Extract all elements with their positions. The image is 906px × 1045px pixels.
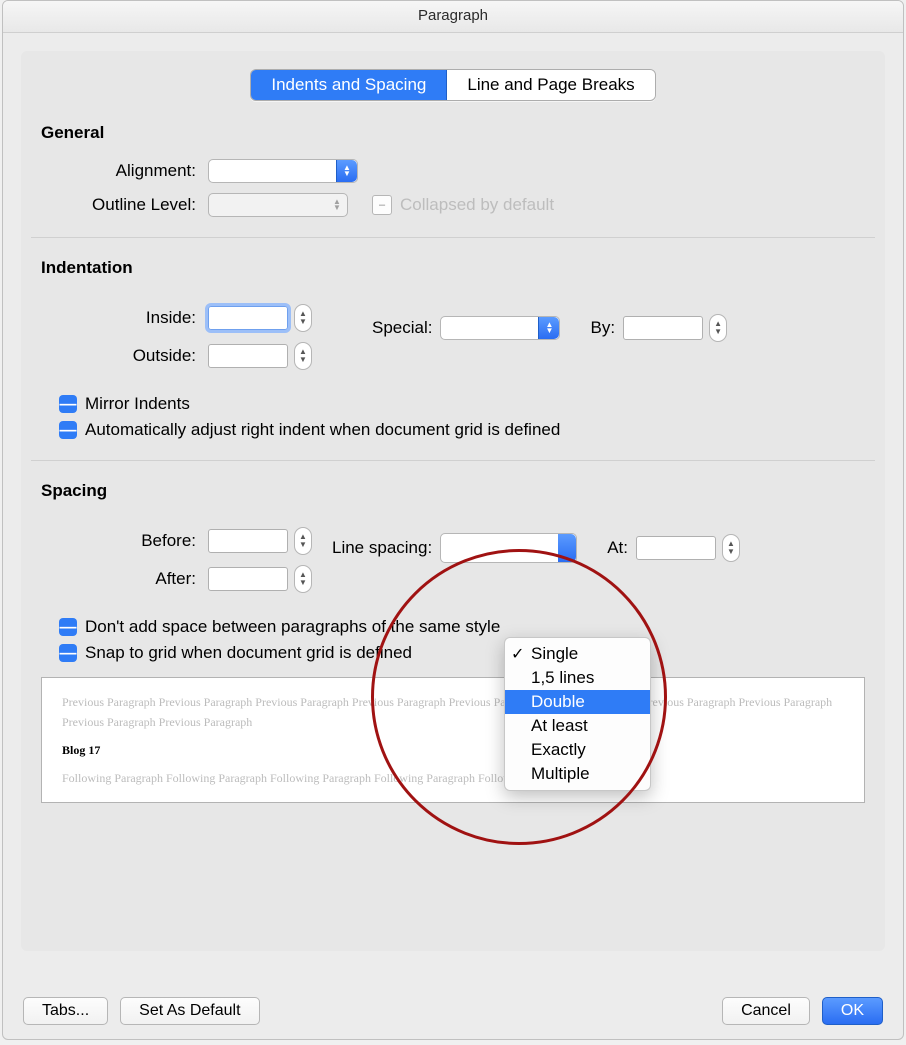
set-default-button[interactable]: Set As Default [120, 997, 259, 1025]
line-spacing-option-double[interactable]: Double [505, 690, 650, 714]
after-input[interactable] [208, 567, 288, 591]
by-label: By: [590, 318, 615, 338]
before-stepper[interactable] [294, 527, 312, 555]
snap-to-grid-label: Snap to grid when document grid is defin… [85, 643, 412, 663]
outside-input[interactable] [208, 344, 288, 368]
line-spacing-combo[interactable] [440, 533, 577, 563]
at-input[interactable] [636, 536, 716, 560]
line-spacing-option-exactly[interactable]: Exactly [505, 738, 650, 762]
at-label: At: [607, 538, 628, 558]
tab-bar: Indents and Spacing Line and Page Breaks [41, 69, 865, 101]
dialog-body: Indents and Spacing Line and Page Breaks… [21, 51, 885, 951]
indentation-heading: Indentation [41, 258, 865, 278]
collapsed-checkbox: – [372, 195, 392, 215]
line-spacing-dropdown[interactable]: Single 1,5 lines Double At least Exactly… [504, 637, 651, 791]
ok-button[interactable]: OK [822, 997, 883, 1025]
line-spacing-option-single[interactable]: Single [505, 642, 650, 666]
snap-to-grid-checkbox[interactable] [59, 644, 77, 662]
line-spacing-option-multiple[interactable]: Multiple [505, 762, 650, 786]
after-label: After: [41, 569, 208, 589]
dont-add-space-checkbox[interactable] [59, 618, 77, 636]
dont-add-space-label: Don't add space between paragraphs of th… [85, 617, 500, 637]
mirror-indents-checkbox[interactable] [59, 395, 77, 413]
special-label: Special: [372, 318, 432, 338]
cancel-button[interactable]: Cancel [722, 997, 810, 1025]
at-stepper[interactable] [722, 534, 740, 562]
after-stepper[interactable] [294, 565, 312, 593]
line-spacing-option-1-5[interactable]: 1,5 lines [505, 666, 650, 690]
by-input[interactable] [623, 316, 703, 340]
collapsed-label: Collapsed by default [400, 195, 554, 215]
alignment-label: Alignment: [41, 161, 208, 181]
tab-indents-spacing[interactable]: Indents and Spacing [251, 70, 447, 100]
special-combo[interactable] [440, 316, 560, 340]
outside-stepper[interactable] [294, 342, 312, 370]
line-spacing-option-at-least[interactable]: At least [505, 714, 650, 738]
updown-icon [558, 534, 576, 562]
outline-level-label: Outline Level: [41, 195, 208, 215]
inside-label: Inside: [41, 308, 208, 328]
before-input[interactable] [208, 529, 288, 553]
auto-adjust-checkbox[interactable] [59, 421, 77, 439]
paragraph-dialog: Paragraph Indents and Spacing Line and P… [2, 0, 904, 1040]
auto-adjust-label: Automatically adjust right indent when d… [85, 420, 560, 440]
alignment-combo[interactable] [208, 159, 358, 183]
updown-icon [538, 317, 559, 339]
tab-line-page-breaks[interactable]: Line and Page Breaks [447, 70, 654, 100]
preview-pane: Previous Paragraph Previous Paragraph Pr… [41, 677, 865, 803]
outside-label: Outside: [41, 346, 208, 366]
outline-level-combo [208, 193, 348, 217]
inside-stepper[interactable] [294, 304, 312, 332]
general-heading: General [41, 123, 865, 143]
updown-icon [327, 199, 347, 211]
before-label: Before: [41, 531, 208, 551]
tabs-button[interactable]: Tabs... [23, 997, 108, 1025]
window-title: Paragraph [3, 1, 903, 33]
preview-following: Following Paragraph Following Paragraph … [62, 768, 844, 788]
spacing-heading: Spacing [41, 481, 865, 501]
by-stepper[interactable] [709, 314, 727, 342]
line-spacing-label: Line spacing: [332, 538, 432, 558]
inside-input[interactable] [208, 306, 288, 330]
preview-current: Blog 17 [62, 743, 844, 758]
updown-icon [336, 160, 357, 182]
dialog-footer: Tabs... Set As Default Cancel OK [3, 997, 903, 1025]
mirror-indents-label: Mirror Indents [85, 394, 190, 414]
preview-previous: Previous Paragraph Previous Paragraph Pr… [62, 692, 844, 733]
